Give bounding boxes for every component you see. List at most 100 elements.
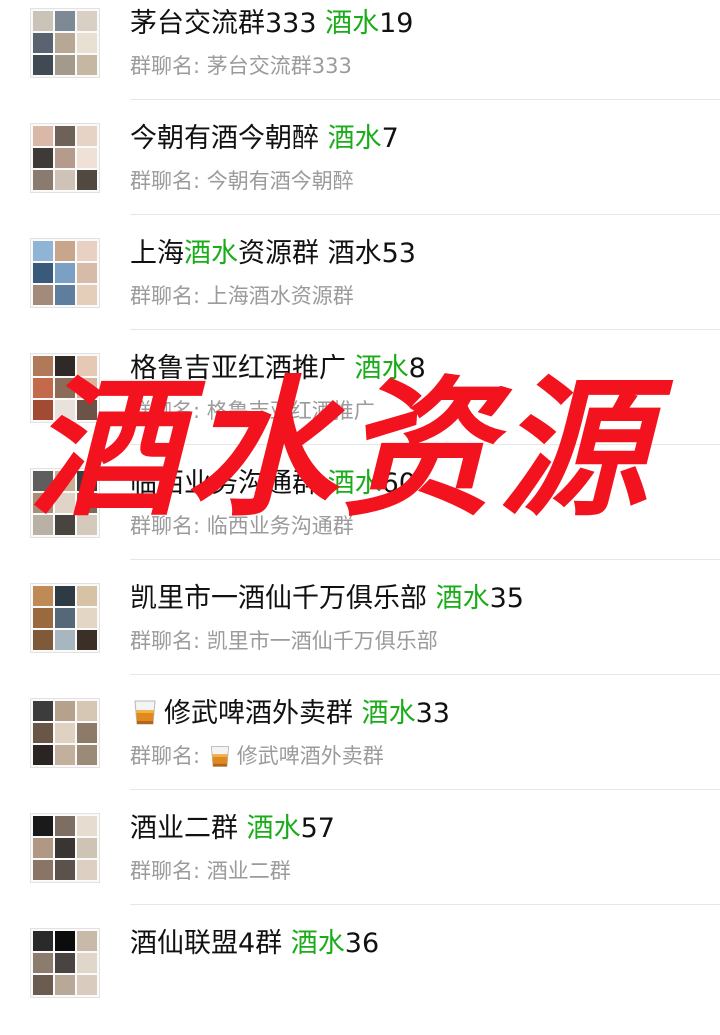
keyword-highlight: 酒水 — [246, 813, 301, 844]
group-nickname-label: 群聊名: — [130, 859, 207, 883]
group-avatar — [30, 353, 100, 423]
group-title-suffix: 57 — [300, 813, 335, 844]
group-list-item[interactable]: 酒仙联盟4群 酒水36 — [0, 920, 720, 1035]
group-nickname: 群聊名: 酒业二群 — [130, 855, 291, 887]
group-nickname: 群聊名: 临西业务沟通群 — [130, 510, 354, 542]
avatar-tile — [55, 860, 75, 880]
group-nickname-label: 群聊名: — [130, 744, 207, 768]
avatar-tile — [33, 608, 53, 628]
avatar-tile — [55, 745, 75, 765]
keyword-highlight: 酒水 — [325, 8, 380, 39]
avatar-tile — [77, 400, 97, 420]
group-title-suffix: 36 — [344, 928, 380, 959]
group-nickname-value: 临西业务沟通群 — [206, 514, 354, 538]
avatar-tile — [33, 126, 53, 146]
group-title: 格鲁吉亚红酒推广 酒水8 — [130, 349, 426, 389]
avatar-tile — [33, 515, 53, 535]
avatar-tile — [77, 378, 97, 398]
avatar-tile — [55, 400, 75, 420]
avatar-tile — [33, 400, 53, 420]
group-nickname-label: 群聊名: — [130, 54, 207, 78]
avatar-tile — [55, 55, 75, 75]
group-nickname-label: 群聊名: — [130, 399, 207, 423]
group-avatar — [30, 928, 100, 998]
group-nickname: 群聊名: 茅台交流群333 — [130, 50, 352, 82]
avatar-tile — [33, 378, 53, 398]
group-title-suffix: 资源群 酒水53 — [238, 238, 416, 269]
avatar-tile — [77, 170, 97, 190]
divider — [130, 559, 720, 560]
divider — [130, 214, 720, 215]
divider — [130, 329, 720, 330]
group-nickname: 群聊名: 今朝有酒今朝醉 — [130, 165, 354, 197]
avatar-tile — [77, 11, 97, 31]
avatar-tile — [55, 515, 75, 535]
avatar-tile — [55, 263, 75, 283]
group-title-suffix: 19 — [379, 8, 414, 39]
group-list-item[interactable]: 临西业务沟通群 酒水60 群聊名: 临西业务沟通群 — [0, 460, 720, 575]
group-nickname: 群聊名: 上海酒水资源群 — [130, 280, 354, 312]
avatar-tile — [55, 586, 75, 606]
avatar-tile — [77, 931, 97, 951]
avatar-tile — [55, 630, 75, 650]
avatar-tile — [55, 170, 75, 190]
keyword-highlight: 酒水 — [435, 583, 490, 614]
divider — [130, 444, 720, 445]
avatar-tile — [55, 931, 75, 951]
avatar-tile — [55, 701, 75, 721]
avatar-tile — [77, 723, 97, 743]
avatar-tile — [55, 126, 75, 146]
group-list-item[interactable]: 上海酒水资源群 酒水53 群聊名: 上海酒水资源群 — [0, 230, 720, 345]
avatar-tile — [77, 515, 97, 535]
avatar-tile — [77, 816, 97, 836]
group-list-item[interactable]: 凯里市一酒仙千万俱乐部 酒水35 群聊名: 凯里市一酒仙千万俱乐部 — [0, 575, 720, 690]
avatar-tile — [55, 816, 75, 836]
divider — [130, 99, 720, 100]
avatar-tile — [33, 471, 53, 491]
avatar-tile — [33, 931, 53, 951]
avatar-tile — [77, 586, 97, 606]
avatar-tile — [77, 630, 97, 650]
group-list-item[interactable]: 酒业二群 酒水57 群聊名: 酒业二群 — [0, 805, 720, 920]
group-nickname: 群聊名: 格鲁吉亚红酒推广 — [130, 395, 375, 427]
group-nickname-value: 茅台交流群333 — [206, 54, 352, 78]
avatar-tile — [77, 745, 97, 765]
avatar-tile — [55, 378, 75, 398]
group-nickname-value: 凯里市一酒仙千万俱乐部 — [206, 629, 438, 653]
group-title: 修武啤酒外卖群 酒水33 — [130, 694, 450, 734]
avatar-tile — [55, 33, 75, 53]
keyword-highlight: 酒水 — [327, 468, 382, 499]
avatar-tile — [33, 586, 53, 606]
avatar-tile — [55, 723, 75, 743]
avatar-tile — [55, 11, 75, 31]
group-list-item[interactable]: 修武啤酒外卖群 酒水33 群聊名: 修武啤酒外卖群 — [0, 690, 720, 805]
avatar-tile — [77, 263, 97, 283]
avatar-tile — [33, 723, 53, 743]
group-title: 上海酒水资源群 酒水53 — [130, 234, 416, 274]
avatar-tile — [33, 860, 53, 880]
avatar-tile — [33, 838, 53, 858]
group-avatar — [30, 813, 100, 883]
group-title-text: 凯里市一酒仙千万俱乐部 — [130, 583, 436, 614]
group-list-item[interactable]: 格鲁吉亚红酒推广 酒水8 群聊名: 格鲁吉亚红酒推广 — [0, 345, 720, 460]
avatar-tile — [77, 860, 97, 880]
group-nickname: 群聊名: 凯里市一酒仙千万俱乐部 — [130, 625, 438, 657]
avatar-tile — [55, 953, 75, 973]
avatar-tile — [55, 493, 75, 513]
group-nickname-label: 群聊名: — [130, 169, 207, 193]
group-list-item[interactable]: 茅台交流群333 酒水19 群聊名: 茅台交流群333 — [0, 0, 720, 115]
avatar-tile — [55, 608, 75, 628]
group-title: 今朝有酒今朝醉 酒水7 — [130, 119, 399, 159]
group-title-text: 修武啤酒外卖群 — [164, 698, 362, 729]
avatar-tile — [33, 493, 53, 513]
group-list-item[interactable]: 今朝有酒今朝醉 酒水7 群聊名: 今朝有酒今朝醉 — [0, 115, 720, 230]
group-nickname-value: 上海酒水资源群 — [206, 284, 354, 308]
divider — [130, 789, 720, 790]
avatar-tile — [55, 838, 75, 858]
avatar-tile — [33, 241, 53, 261]
avatar-tile — [33, 11, 53, 31]
group-title: 临西业务沟通群 酒水60 — [130, 464, 416, 504]
group-title-suffix: 7 — [381, 123, 399, 154]
avatar-tile — [55, 148, 75, 168]
avatar-tile — [77, 493, 97, 513]
